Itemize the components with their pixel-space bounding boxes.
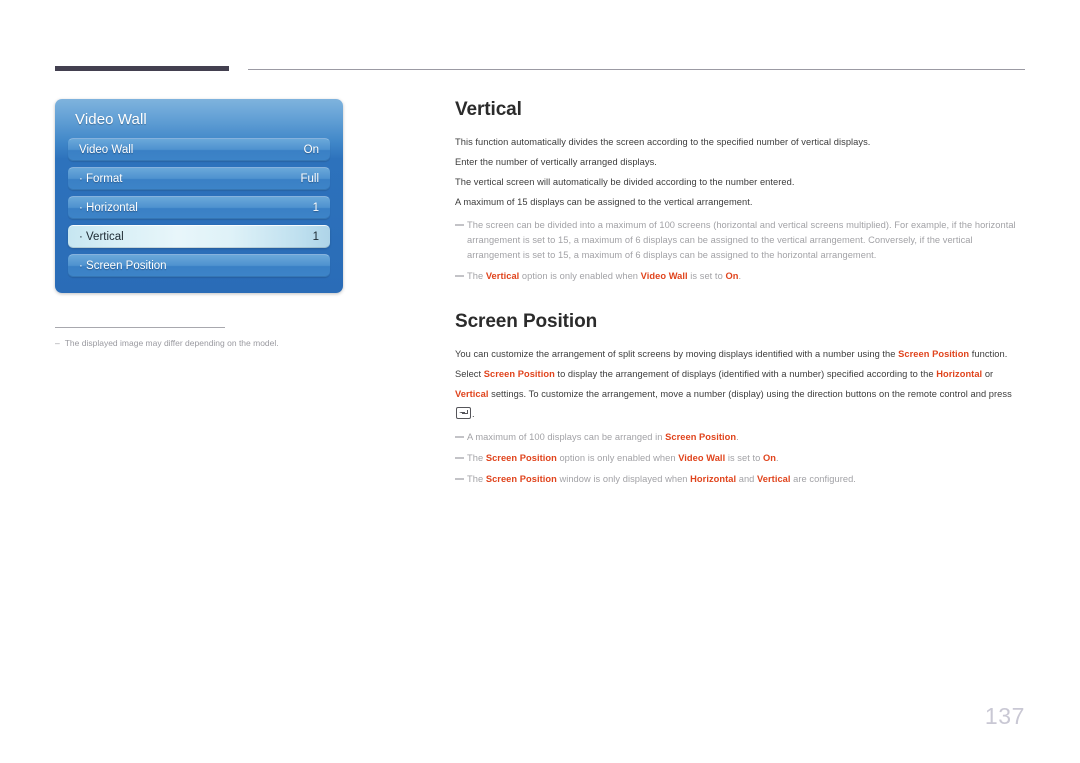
vertical-paragraphs: This function automatically divides the …	[455, 132, 1025, 212]
note-accent-term: Vertical	[485, 271, 520, 281]
page-title-screen-position: Screen Position	[455, 311, 598, 332]
paragraph-accent-term: Vertical	[455, 389, 489, 399]
paragraph-accent-term: Screen Position	[483, 369, 555, 379]
paragraph-fragment: Select	[455, 369, 484, 379]
paragraph: Select Screen Position to display the ar…	[455, 364, 1025, 424]
footnote-rule	[55, 327, 225, 328]
note-item: The screen can be divided into a maximum…	[455, 218, 1025, 263]
osd-menu-item-format[interactable]: · Format Full	[68, 167, 330, 190]
note-fragment: is set to	[687, 271, 726, 281]
note-dash-icon	[455, 269, 465, 284]
footnote-dash: –	[55, 338, 60, 348]
note-fragment: window is only displayed when	[556, 474, 691, 484]
note-text: A maximum of 100 displays can be arrange…	[467, 430, 1025, 445]
paragraph-fragment: .	[472, 409, 475, 419]
paragraph-accent-term: Horizontal	[936, 369, 983, 379]
osd-menu-item-horizontal[interactable]: · Horizontal 1	[68, 196, 330, 219]
paragraph: Enter the number of vertically arranged …	[455, 157, 657, 167]
paragraph: A maximum of 15 displays can be assigned…	[455, 197, 753, 207]
page-number: 137	[984, 703, 1025, 729]
note-text: The Screen Position window is only displ…	[467, 472, 1025, 487]
note-text: The screen can be divided into a maximum…	[467, 220, 1016, 260]
osd-item-label: · Vertical	[79, 231, 124, 243]
osd-menu-item-screen-position[interactable]: · Screen Position	[68, 254, 330, 277]
osd-item-label: · Horizontal	[79, 202, 138, 214]
note-dash-icon	[455, 430, 465, 445]
note-dash-icon	[455, 451, 465, 466]
osd-menu-item-video-wall[interactable]: Video Wall On	[68, 138, 330, 161]
osd-item-value: On	[303, 144, 319, 156]
osd-panel: Video Wall Video Wall On · Format Full ·…	[55, 99, 343, 293]
page-title-vertical: Vertical	[455, 99, 522, 120]
note-accent-term: Horizontal	[690, 474, 737, 484]
note-fragment: The	[467, 453, 486, 463]
note-fragment: The	[467, 474, 486, 484]
note-fragment: are configured.	[790, 474, 856, 484]
note-dash-icon	[455, 218, 465, 263]
paragraph-fragment: or	[982, 369, 994, 379]
paragraph: The vertical screen will automatically b…	[455, 177, 795, 187]
header-divider-line	[248, 69, 1025, 70]
osd-item-label: Video Wall	[79, 144, 134, 156]
screen-position-paragraphs: You can customize the arrangement of spl…	[455, 344, 1025, 424]
note-fragment: is set to	[725, 453, 763, 463]
illustration-footnote: – The displayed image may differ dependi…	[55, 327, 345, 349]
note-accent-term: Video Wall	[640, 271, 688, 281]
note-fragment: .	[738, 271, 742, 281]
note-accent-term: Screen Position	[485, 453, 557, 463]
note-item: The Screen Position option is only enabl…	[455, 451, 1025, 466]
note-accent-term: Screen Position	[485, 474, 557, 484]
paragraph: You can customize the arrangement of spl…	[455, 344, 1025, 364]
note-accent-term: Video Wall	[678, 453, 726, 463]
header-accent-bar	[55, 66, 229, 71]
osd-item-value: 1	[312, 202, 319, 214]
note-accent-term: On	[725, 271, 739, 281]
osd-item-value: 1	[312, 231, 319, 243]
osd-illustration: Video Wall Video Wall On · Format Full ·…	[55, 99, 343, 293]
paragraph-accent-term: Screen Position	[898, 349, 970, 359]
paragraph: This function automatically divides the …	[455, 137, 871, 147]
paragraph-fragment: function.	[969, 349, 1008, 359]
note-item: The Vertical option is only enabled when…	[455, 269, 1025, 284]
article-body: Vertical This function automatically div…	[455, 98, 1025, 487]
note-fragment: option is only enabled when	[519, 271, 641, 281]
note-dash-icon	[455, 472, 465, 487]
note-fragment: option is only enabled when	[556, 453, 679, 463]
paragraph-fragment: to display the arrangement of displays (…	[554, 369, 937, 379]
osd-item-label: · Format	[79, 173, 123, 185]
paragraph-fragment: You can customize the arrangement of spl…	[455, 349, 899, 359]
note-fragment: A maximum of 100 displays can be arrange…	[467, 432, 666, 442]
paragraph-fragment: settings. To customize the arrangement, …	[488, 389, 1012, 399]
note-fragment: The	[467, 271, 486, 281]
note-text: The Vertical option is only enabled when…	[467, 269, 1025, 284]
note-accent-term: Vertical	[757, 474, 791, 484]
note-fragment: .	[736, 432, 739, 442]
note-accent-term: On	[762, 453, 776, 463]
note-item: The Screen Position window is only displ…	[455, 472, 1025, 487]
osd-panel-title: Video Wall	[75, 111, 147, 128]
footnote-text: The displayed image may differ depending…	[64, 338, 279, 348]
osd-menu-item-vertical[interactable]: · Vertical 1	[68, 225, 330, 248]
enter-key-icon	[456, 407, 471, 419]
note-text: The Screen Position option is only enabl…	[467, 451, 1025, 466]
note-fragment: and	[736, 474, 758, 484]
note-item: A maximum of 100 displays can be arrange…	[455, 430, 1025, 445]
osd-menu-list: Video Wall On · Format Full · Horizontal…	[55, 138, 343, 277]
osd-item-value: Full	[300, 173, 319, 185]
page-header	[0, 0, 1080, 80]
osd-item-label: · Screen Position	[79, 260, 167, 272]
note-fragment: .	[775, 453, 779, 463]
footnote-text-row: – The displayed image may differ dependi…	[55, 337, 345, 349]
note-accent-term: Screen Position	[665, 432, 737, 442]
